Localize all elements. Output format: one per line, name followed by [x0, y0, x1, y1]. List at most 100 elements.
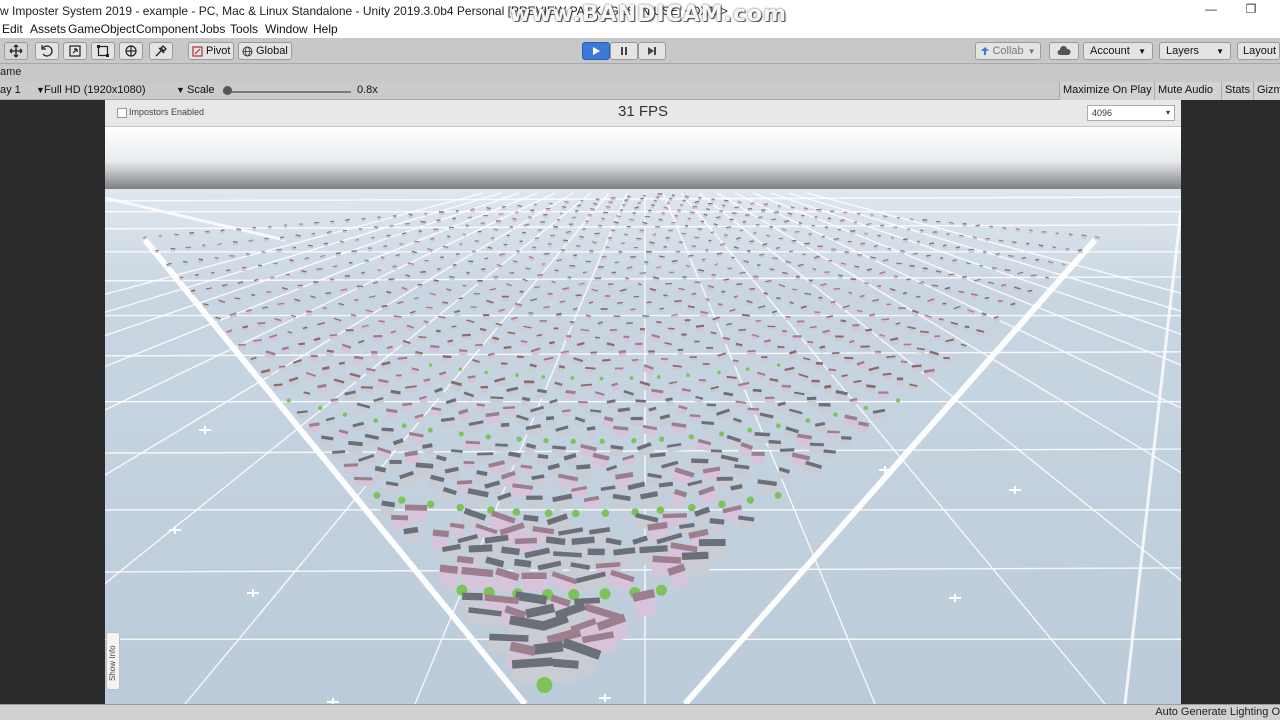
building: [639, 328, 645, 335]
building: [531, 474, 546, 487]
building: [228, 255, 235, 259]
step-button[interactable]: [638, 42, 666, 60]
show-info-button[interactable]: Show Info: [106, 632, 120, 690]
transform-tool-icon[interactable]: [119, 42, 143, 60]
global-toggle[interactable]: Global: [238, 42, 292, 60]
building: [932, 231, 938, 235]
building: [440, 256, 445, 261]
building: [397, 356, 408, 364]
building: [361, 218, 366, 222]
building: [308, 422, 321, 433]
restore-icon[interactable]: ❐: [1236, 2, 1266, 18]
building: [447, 339, 454, 347]
building: [608, 237, 613, 242]
building: [467, 375, 477, 384]
building: [837, 228, 842, 232]
building: [403, 526, 420, 545]
menu-component[interactable]: Component: [136, 22, 198, 36]
rect-tool-icon[interactable]: [91, 42, 115, 60]
scale-slider-track[interactable]: [223, 91, 351, 93]
building: [604, 295, 611, 301]
tree: [512, 508, 521, 516]
rotate-tool-icon[interactable]: [35, 42, 59, 60]
building: [297, 284, 304, 289]
game-viewport[interactable]: Impostors Enabled 31 FPS 4096 ▾ Show Inf…: [105, 100, 1181, 704]
building: [578, 235, 584, 241]
building: [580, 383, 593, 390]
tree: [775, 423, 781, 429]
building: [516, 250, 520, 255]
menu-window[interactable]: Window: [265, 22, 308, 36]
pivot-toggle[interactable]: Pivot: [188, 42, 234, 60]
tree: [536, 677, 553, 693]
building: [989, 225, 993, 230]
building: [537, 273, 544, 279]
building: [830, 210, 835, 214]
cloud-services-button[interactable]: [1049, 42, 1079, 60]
building: [462, 333, 472, 341]
play-button[interactable]: [582, 42, 610, 60]
layout-dropdown[interactable]: Layout: [1237, 42, 1280, 60]
account-dropdown[interactable]: Account ▼: [1083, 42, 1153, 60]
building: [646, 250, 652, 256]
tree: [458, 367, 463, 371]
custom-tool-icon[interactable]: [149, 42, 173, 60]
building: [210, 272, 215, 276]
tree: [746, 496, 755, 504]
maximize-on-play-toggle[interactable]: Maximize On Play: [1059, 82, 1154, 100]
building: [389, 389, 401, 401]
building: [668, 327, 675, 333]
building: [665, 236, 670, 242]
building: [962, 223, 967, 227]
building: [830, 248, 837, 253]
menu-gameobject[interactable]: GameObject: [68, 22, 135, 36]
building: [522, 231, 527, 236]
building: [761, 209, 766, 214]
building: [323, 242, 329, 247]
menu-help[interactable]: Help: [313, 22, 338, 36]
building: [853, 221, 858, 225]
building: [332, 450, 346, 459]
tree: [895, 398, 901, 403]
building: [850, 278, 857, 283]
building: [1041, 231, 1047, 235]
menu-tools[interactable]: Tools: [230, 22, 258, 36]
resolution-dropdown[interactable]: Full HD (1920x1080) ▼: [44, 84, 185, 96]
layers-dropdown[interactable]: Layers ▼: [1159, 42, 1231, 60]
display-dropdown[interactable]: ay 1 ▼: [0, 84, 45, 96]
minimize-icon[interactable]: —: [1196, 2, 1226, 18]
collab-dropdown[interactable]: Collab ▼: [975, 42, 1041, 60]
menu-edit[interactable]: Edit: [2, 22, 23, 36]
tree: [776, 363, 781, 367]
building: [738, 328, 747, 335]
building: [662, 294, 668, 300]
menu-assets[interactable]: Assets: [30, 22, 66, 36]
hand-tool-icon[interactable]: [4, 42, 28, 60]
menu-jobs[interactable]: Jobs: [200, 22, 225, 36]
tree: [342, 412, 348, 417]
scale-slider-thumb[interactable]: [222, 86, 232, 95]
building: [985, 237, 991, 242]
tree: [568, 589, 580, 601]
tree: [601, 509, 610, 518]
pause-button[interactable]: [610, 42, 638, 60]
building: [886, 355, 896, 362]
gizmos-toggle[interactable]: Gizm: [1253, 82, 1280, 100]
building: [477, 279, 483, 285]
tab-game[interactable]: ame: [0, 66, 21, 78]
stats-toggle[interactable]: Stats: [1221, 82, 1253, 100]
tree: [863, 405, 869, 411]
scale-tool-icon[interactable]: [63, 42, 87, 60]
building: [711, 198, 715, 202]
building: [543, 214, 548, 218]
building: [726, 375, 737, 383]
building: [440, 417, 456, 428]
building: [814, 422, 827, 433]
building: [692, 206, 698, 210]
building: [238, 343, 246, 349]
mute-audio-toggle[interactable]: Mute Audio: [1154, 82, 1221, 100]
texture-size-select[interactable]: 4096 ▾: [1087, 105, 1175, 121]
building: [896, 217, 900, 220]
tree: [686, 373, 690, 377]
building: [671, 259, 678, 265]
